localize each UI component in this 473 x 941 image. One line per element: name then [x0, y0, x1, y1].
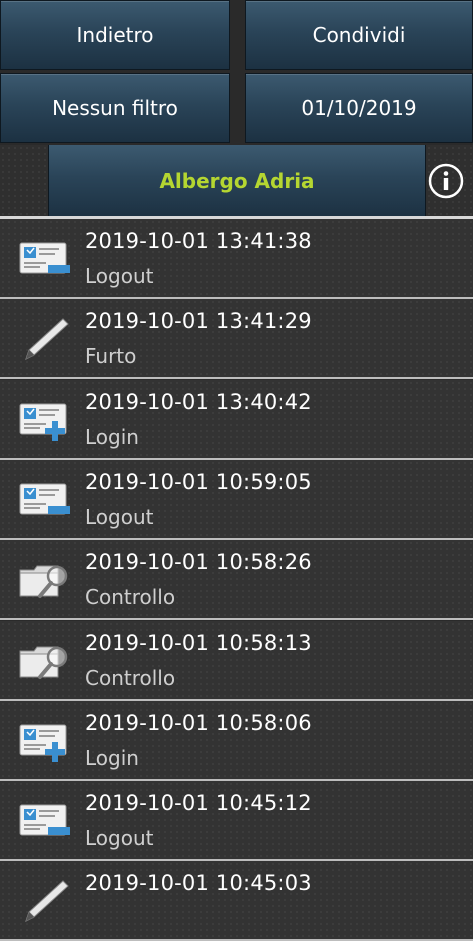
event-row[interactable]: 2019-10-01 10:45:03 — [0, 861, 473, 941]
back-button[interactable]: Indietro — [0, 0, 230, 70]
event-type: Controllo — [85, 665, 176, 690]
event-type: Login — [85, 745, 139, 770]
event-type: Logout — [85, 826, 154, 851]
event-row[interactable]: 2019-10-01 10:59:05 Logout — [0, 459, 473, 540]
event-timestamp: 2019-10-01 10:58:06 — [85, 710, 312, 735]
event-timestamp: 2019-10-01 13:41:29 — [85, 309, 312, 334]
filter-button[interactable]: Nessun filtro — [0, 73, 230, 143]
info-icon[interactable] — [428, 163, 464, 199]
event-timestamp: 2019-10-01 13:41:38 — [85, 229, 312, 253]
folder-search-icon — [18, 639, 72, 683]
event-type: Furto — [85, 344, 137, 369]
id-card-icon — [18, 237, 72, 281]
event-type: Logout — [85, 504, 154, 529]
share-button-label: Condividi — [312, 23, 406, 47]
hotel-header: Albergo Adria — [0, 145, 473, 217]
event-timestamp: 2019-10-01 13:40:42 — [85, 389, 312, 414]
event-row[interactable]: 2019-10-01 13:40:42 Login — [0, 379, 473, 460]
hotel-title: Albergo Adria — [48, 145, 426, 217]
id-card-plus-icon — [18, 719, 72, 763]
date-button[interactable]: 01/10/2019 — [245, 73, 473, 143]
event-row[interactable]: 2019-10-01 10:58:26 Controllo — [0, 540, 473, 621]
back-button-label: Indietro — [76, 23, 154, 47]
pen-icon — [18, 879, 72, 923]
event-timestamp: 2019-10-01 10:58:26 — [85, 550, 312, 575]
event-timestamp: 2019-10-01 10:45:03 — [85, 871, 312, 896]
event-type: Logout — [85, 264, 154, 288]
filter-button-label: Nessun filtro — [52, 96, 178, 120]
date-button-label: 01/10/2019 — [301, 96, 417, 120]
share-button[interactable]: Condividi — [245, 0, 473, 70]
event-type: Login — [85, 424, 139, 449]
id-card-icon — [18, 799, 72, 843]
event-row[interactable]: 2019-10-01 13:41:38 Logout — [0, 219, 473, 299]
event-row[interactable]: 2019-10-01 10:58:13 Controllo — [0, 620, 473, 701]
event-timestamp: 2019-10-01 10:45:12 — [85, 791, 312, 816]
id-card-plus-icon — [18, 398, 72, 442]
id-card-icon — [18, 478, 72, 522]
pen-icon — [18, 317, 72, 361]
event-timestamp: 2019-10-01 10:58:13 — [85, 630, 312, 655]
event-type: Controllo — [85, 585, 176, 610]
event-row[interactable]: 2019-10-01 13:41:29 Furto — [0, 299, 473, 380]
event-timestamp: 2019-10-01 10:59:05 — [85, 469, 312, 494]
hotel-name: Albergo Adria — [159, 169, 315, 193]
event-row[interactable]: 2019-10-01 10:45:12 Logout — [0, 781, 473, 862]
event-row[interactable]: 2019-10-01 10:58:06 Login — [0, 700, 473, 781]
folder-search-icon — [18, 558, 72, 602]
